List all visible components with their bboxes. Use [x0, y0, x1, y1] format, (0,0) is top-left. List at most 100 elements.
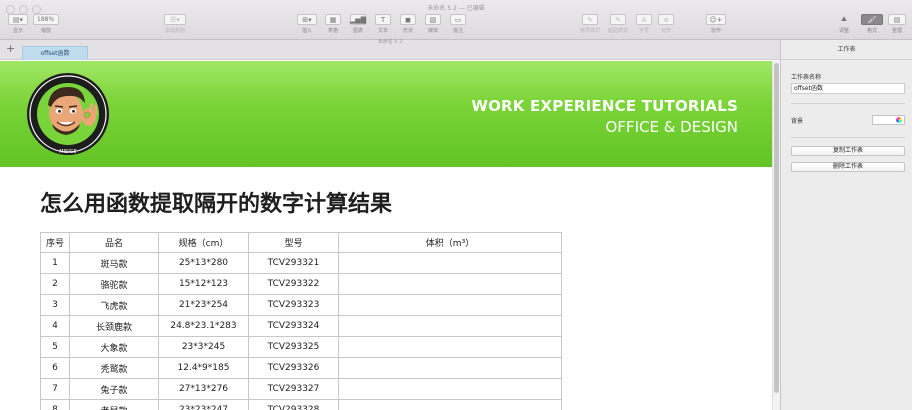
sheet-subtitle: 未命名 5 2: [377, 39, 403, 45]
header-cell-index[interactable]: 序号: [40, 232, 70, 253]
cell-index[interactable]: 5: [40, 336, 70, 358]
chart-label: 图表: [352, 28, 363, 34]
cell-volume[interactable]: [338, 336, 562, 358]
cell-spec[interactable]: 24.8*23.1*283: [158, 315, 249, 337]
cell-spec[interactable]: 12.4*9*185: [158, 357, 249, 379]
cell-product[interactable]: 斑马款: [69, 252, 159, 274]
align-button[interactable]: ≡ 对齐: [658, 14, 674, 34]
table-button[interactable]: ▦ 表格: [325, 14, 341, 34]
brush-icon: ✎: [610, 14, 626, 25]
scrollbar-thumb[interactable]: [774, 63, 779, 393]
delete-sheet-button[interactable]: 删除工作表: [791, 162, 905, 172]
cell-spec[interactable]: 15*12*123: [158, 273, 249, 295]
text-icon: T: [375, 14, 391, 25]
media-icon: ▨: [425, 14, 441, 25]
brand-title: WORK EXPERIENCE TUTORIALS: [471, 97, 738, 115]
cell-model[interactable]: TCV293326: [248, 357, 339, 379]
cell-model[interactable]: TCV293328: [248, 399, 339, 410]
view-button[interactable]: ▤▾ 显示: [8, 14, 28, 34]
vertical-scrollbar[interactable]: [772, 61, 780, 410]
cell-index[interactable]: 3: [40, 294, 70, 316]
collaborate-icon: ☺+: [706, 14, 726, 25]
adjust-button[interactable]: ⛰ 调整: [835, 14, 853, 34]
zoom-select[interactable]: 188% 缩放: [33, 14, 59, 34]
cell-index[interactable]: 8: [40, 399, 70, 410]
comment-button[interactable]: ▭ 批注: [450, 14, 466, 34]
header-cell-spec[interactable]: 规格（cm）: [158, 232, 249, 253]
sheet-name-field[interactable]: offset函数: [791, 83, 905, 94]
cell-volume[interactable]: [338, 273, 562, 295]
table-row: 8 老鼠款 23*23*247 TCV293328: [40, 399, 562, 410]
align-icon: ≡: [658, 14, 674, 25]
cell-spec[interactable]: 21*23*254: [158, 294, 249, 316]
cell-model[interactable]: TCV293323: [248, 294, 339, 316]
text-button[interactable]: T 文本: [375, 14, 391, 34]
cell-volume[interactable]: [338, 399, 562, 410]
view-label: 显示: [12, 28, 23, 34]
cell-model[interactable]: TCV293322: [248, 273, 339, 295]
cell-model[interactable]: TCV293327: [248, 378, 339, 400]
cell-product[interactable]: 大象款: [69, 336, 159, 358]
format-label: 格式: [866, 28, 877, 34]
cell-product[interactable]: 兔子款: [69, 378, 159, 400]
organize-button[interactable]: ▤ 整理: [888, 14, 906, 34]
cell-product[interactable]: 长颈鹿款: [69, 315, 159, 337]
insert-button[interactable]: ⊞▾ 插入: [297, 14, 317, 34]
panel-divider: [791, 103, 905, 104]
list-icon: ☰▾: [164, 14, 186, 25]
cell-index[interactable]: 7: [40, 378, 70, 400]
cell-product[interactable]: 飞虎款: [69, 294, 159, 316]
cell-volume[interactable]: [338, 294, 562, 316]
cell-index[interactable]: 6: [40, 357, 70, 379]
zoom-label: 缩放: [40, 28, 51, 34]
copy-style-button[interactable]: ✎ 拷贝样式: [580, 14, 600, 34]
cell-model[interactable]: TCV293321: [248, 252, 339, 274]
cell-index[interactable]: 4: [40, 315, 70, 337]
organize-icon: ▤: [888, 14, 906, 25]
cell-spec[interactable]: 23*3*245: [158, 336, 249, 358]
text-label: 文本: [377, 28, 388, 34]
tab-offset-function[interactable]: offset函数: [22, 46, 88, 60]
header-cell-product[interactable]: 品名: [69, 232, 159, 253]
brush-icon: ✎: [582, 14, 598, 25]
background-color-well[interactable]: [872, 115, 905, 125]
data-table[interactable]: 序号 品名 规格（cm） 型号 体积（m³） 1 斑马款 25*13*280 T…: [40, 232, 562, 410]
font-icon: A: [636, 14, 652, 25]
cell-spec[interactable]: 23*23*247: [158, 399, 249, 410]
duplicate-sheet-button[interactable]: 复制工作表: [791, 146, 905, 156]
cell-spec[interactable]: 25*13*280: [158, 252, 249, 274]
table-row: 6 秃鹫款 12.4*9*185 TCV293326: [40, 357, 562, 379]
cell-model[interactable]: TCV293325: [248, 336, 339, 358]
cell-product[interactable]: 老鼠款: [69, 399, 159, 410]
chart-button[interactable]: ▂▅▇ 图表: [350, 14, 366, 34]
collaborate-button[interactable]: ☺+ 协作: [706, 14, 726, 34]
paste-style-button[interactable]: ✎ 粘贴样式: [608, 14, 628, 34]
cell-volume[interactable]: [338, 357, 562, 379]
color-wheel-icon[interactable]: [896, 117, 902, 123]
media-button[interactable]: ▨ 媒体: [425, 14, 441, 34]
cell-volume[interactable]: [338, 315, 562, 337]
add-category-button[interactable]: ☰▾ 添加类别: [164, 14, 186, 34]
cell-volume[interactable]: [338, 252, 562, 274]
paste-style-label: 粘贴样式: [608, 28, 629, 34]
background-label: 背景: [791, 118, 804, 125]
organize-label: 整理: [891, 28, 902, 34]
cell-product[interactable]: 骆驼款: [69, 273, 159, 295]
header-cell-model[interactable]: 型号: [248, 232, 339, 253]
font-size-button[interactable]: A 字号: [636, 14, 652, 34]
copy-style-label: 拷贝样式: [580, 28, 601, 34]
paintbrush-icon: 🖌: [861, 14, 883, 25]
sheet-canvas[interactable]: MISIGE WORK EXPERIENCE TUTORIALS OFFICE …: [0, 61, 772, 410]
cell-index[interactable]: 1: [40, 252, 70, 274]
cell-product[interactable]: 秃鹫款: [69, 357, 159, 379]
cell-volume[interactable]: [338, 378, 562, 400]
zoom-value: 188%: [33, 14, 59, 25]
format-button[interactable]: 🖌 格式: [861, 14, 883, 34]
document-title: 未命名 5 2 — 已编辑: [427, 5, 485, 12]
cell-model[interactable]: TCV293324: [248, 315, 339, 337]
cell-index[interactable]: 2: [40, 273, 70, 295]
shape-button[interactable]: ◼ 形状: [400, 14, 416, 34]
header-cell-volume[interactable]: 体积（m³）: [338, 232, 562, 253]
sidebar-icon: ▤▾: [8, 14, 28, 25]
cell-spec[interactable]: 27*13*276: [158, 378, 249, 400]
